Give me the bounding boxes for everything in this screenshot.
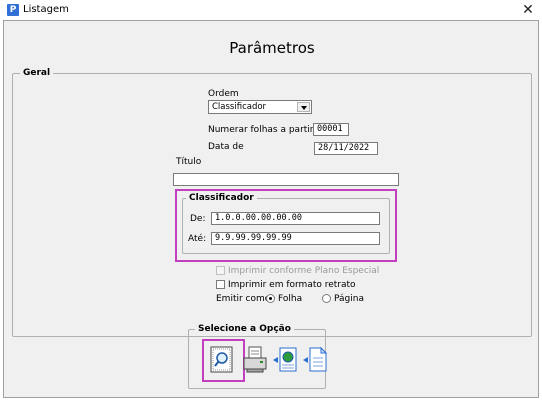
close-button[interactable]: ✕ [514, 0, 542, 20]
classificador-group [182, 198, 390, 254]
ate-label: Até: [188, 234, 207, 244]
preview-magnifier-icon [210, 346, 233, 373]
export-document-button[interactable] [272, 345, 298, 375]
de-label: De: [190, 214, 206, 224]
export-file-icon [303, 346, 328, 372]
chevron-down-icon[interactable] [297, 102, 310, 112]
ordem-select-value: Classificador [212, 102, 267, 112]
ordem-label: Ordem [208, 89, 239, 99]
app-icon: P [7, 4, 19, 16]
classificador-legend: Classificador [186, 193, 257, 203]
data-field[interactable]: 28/11/2022 [314, 142, 378, 155]
plano-especial-checkbox[interactable] [216, 266, 225, 275]
de-field[interactable]: 1.0.0.00.00.00.00 [211, 212, 380, 225]
folha-label: Folha [278, 294, 303, 304]
geral-legend: Geral [20, 68, 54, 78]
emitir-label: Emitir como: [216, 294, 274, 304]
ate-field[interactable]: 9.9.99.99.99.99 [211, 232, 380, 245]
folha-radio[interactable] [266, 294, 275, 303]
titulo-field[interactable] [173, 173, 399, 186]
plano-especial-label: Imprimir conforme Plano Especial [228, 266, 380, 276]
printer-icon [243, 346, 267, 373]
title-bar: P Listagem ✕ [0, 0, 542, 20]
pagina-radio[interactable] [322, 294, 331, 303]
titulo-label: Título [176, 157, 202, 167]
numerar-field[interactable]: 00001 [313, 123, 349, 136]
data-label: Data de [208, 142, 244, 152]
export-document-icon [273, 347, 297, 372]
export-file-button[interactable] [302, 345, 328, 375]
window-title: Listagem [23, 4, 69, 15]
retrato-label: Imprimir em formato retrato [228, 280, 356, 290]
page-title: Parâmetros [229, 39, 315, 57]
retrato-checkbox[interactable] [216, 280, 225, 289]
dialog-body: Parâmetros Geral Ordem Classificador Num… [3, 20, 539, 398]
preview-button[interactable] [209, 345, 235, 375]
selecione-legend: Selecione a Opção [195, 324, 294, 334]
ordem-select[interactable]: Classificador [208, 100, 312, 114]
pagina-label: Página [334, 294, 364, 304]
print-button[interactable] [242, 345, 268, 375]
